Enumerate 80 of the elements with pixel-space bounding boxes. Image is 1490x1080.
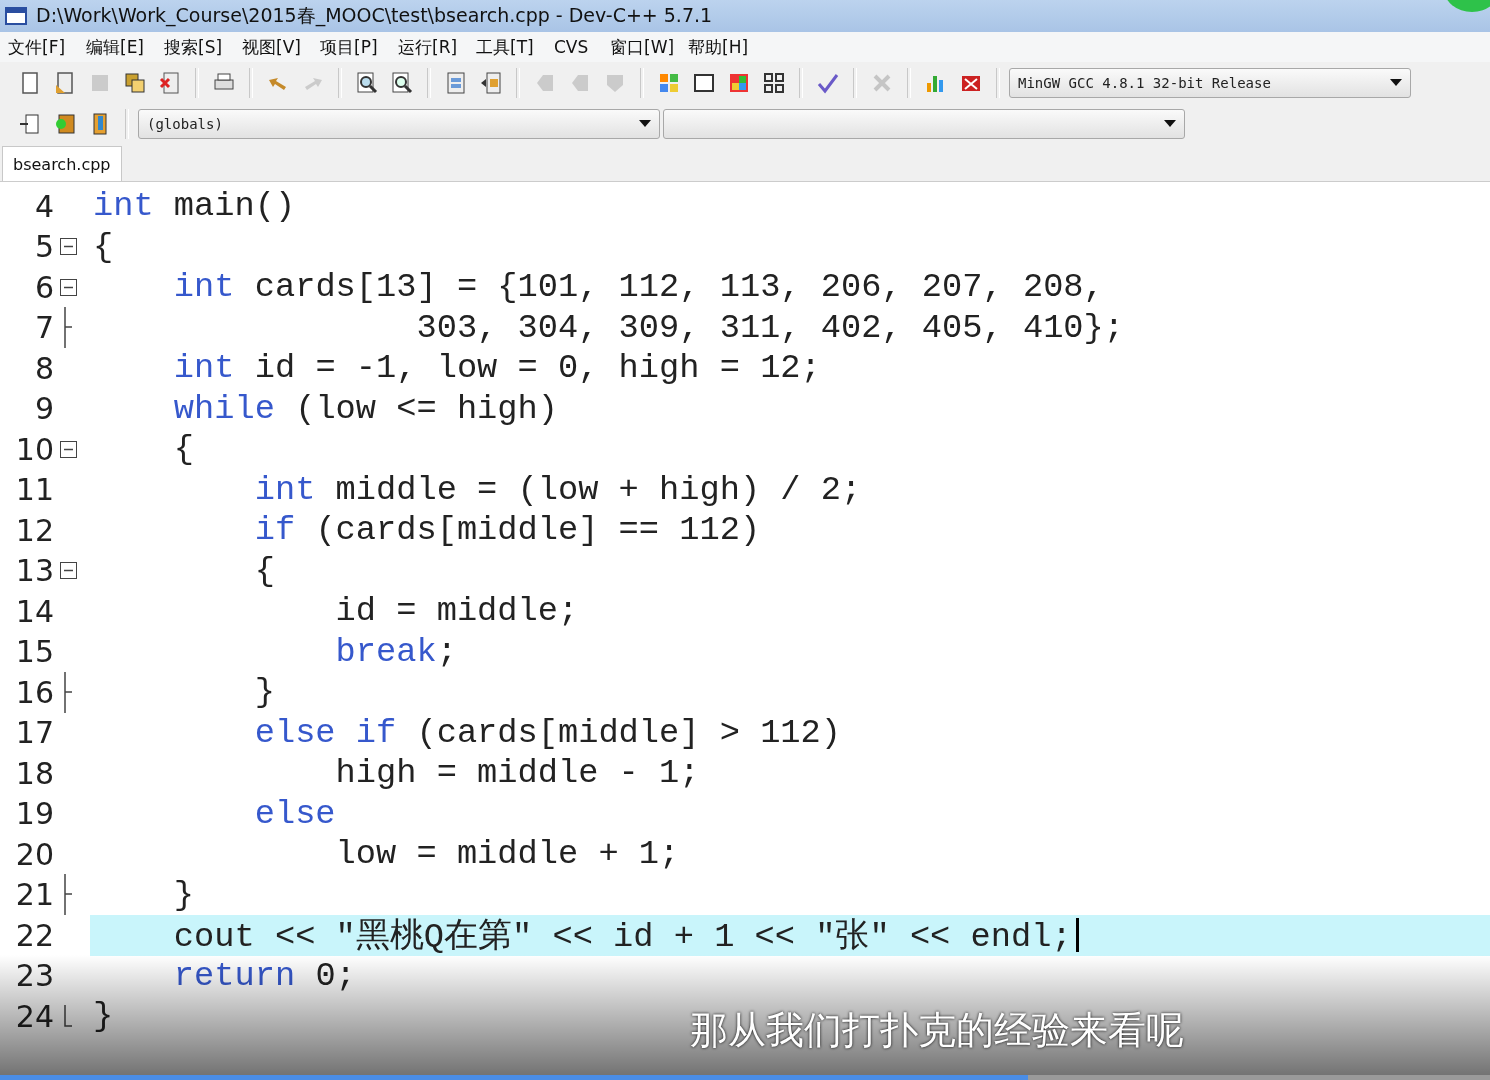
replace-icon	[390, 70, 414, 95]
dropdown-arrow-icon	[639, 120, 651, 127]
line-number: 21	[14, 877, 54, 913]
menu-item[interactable]: 编辑[E]	[86, 35, 164, 59]
code-line: low = middle + 1;	[334, 835, 680, 874]
code-line: 303, 304, 309, 311, 402, 405, 410};	[415, 308, 1124, 347]
line-number: 22	[14, 917, 54, 953]
compiler-select[interactable]: MinGW GCC 4.8.1 32-bit Release	[1009, 67, 1411, 98]
menu-item[interactable]: 帮助[H]	[688, 35, 766, 59]
menu-item[interactable]: 窗口[W]	[610, 35, 688, 59]
fold-toggle-icon[interactable]	[59, 238, 77, 256]
line-number: 8	[33, 350, 54, 386]
line-number: 11	[14, 472, 54, 508]
line-number: 14	[14, 593, 54, 629]
app-icon	[4, 4, 28, 28]
add-icon	[53, 111, 77, 136]
code-line: int cards[13] = {101, 112, 113, 206, 207, 208,	[172, 268, 1104, 307]
unindent-icon	[479, 70, 503, 95]
code-line: }	[172, 875, 195, 914]
window-title: D:\Work\Work_Course\2015春_MOOC\test\bsearch.cpp - Dev-C++ 5.7.1	[36, 3, 713, 29]
line-number: 4	[33, 188, 54, 224]
fold-line-icon	[63, 1005, 73, 1028]
code-line: return 0;	[172, 956, 356, 995]
code-line: {	[253, 551, 275, 590]
line-number: 12	[14, 512, 54, 548]
member-select[interactable]	[663, 108, 1185, 139]
subtitle: 那从我们打扑克的经验来看呢	[690, 1006, 1184, 1054]
fold-toggle-icon[interactable]	[59, 562, 77, 580]
code-line: break;	[334, 632, 457, 671]
find-icon	[355, 70, 379, 95]
fold-toggle-icon[interactable]	[59, 440, 77, 458]
dropdown-arrow-icon	[1390, 79, 1402, 86]
grid-icon	[762, 70, 786, 95]
menu-item[interactable]: CVS	[554, 37, 610, 57]
close-file-icon	[158, 70, 182, 95]
line-number: 19	[14, 796, 54, 832]
text-caret	[1075, 918, 1079, 953]
class-icon	[18, 111, 42, 136]
indent-icon	[444, 70, 468, 95]
menu-item[interactable]: 工具[T]	[476, 35, 554, 59]
line-number: 15	[14, 634, 54, 670]
menu-item[interactable]: 项目[P]	[320, 35, 398, 59]
code-line: while (low <= high)	[172, 389, 558, 428]
line-number: 10	[14, 431, 54, 467]
code-line: int middle = (low + high) / 2;	[253, 470, 862, 509]
line-number: 7	[33, 310, 54, 346]
code-line: id = middle;	[334, 592, 579, 631]
code-line: else if (cards[middle] > 112)	[253, 713, 841, 752]
code-line: high = middle - 1;	[334, 754, 700, 793]
line-number: 13	[14, 553, 54, 589]
save-all-icon	[123, 70, 147, 95]
fold-line-icon	[63, 874, 73, 916]
fold-line-icon	[63, 307, 73, 349]
file-tab[interactable]: bsearch.cpp	[2, 146, 122, 181]
line-number: 18	[14, 755, 54, 791]
fold-toggle-icon[interactable]	[59, 278, 77, 296]
code-line: int id = -1, low = 0, high = 12;	[172, 349, 821, 388]
code-line: }	[92, 997, 114, 1036]
line-number: 6	[33, 269, 54, 305]
code-line: }	[253, 673, 275, 712]
line-number: 24	[14, 998, 54, 1034]
line-number: 9	[33, 391, 54, 427]
code-line: {	[92, 227, 114, 266]
line-number: 20	[14, 836, 54, 872]
menu-item[interactable]: 视图[V]	[242, 35, 320, 59]
line-number: 5	[33, 229, 54, 265]
menu-item[interactable]: 搜索[S]	[164, 35, 242, 59]
fold-line-icon	[63, 671, 73, 713]
code-line: else	[253, 794, 336, 833]
code-line: {	[172, 430, 195, 469]
menu-item[interactable]: 文件[F]	[8, 35, 86, 59]
menu-item[interactable]: 运行[R]	[398, 35, 476, 59]
code-line: int main()	[92, 187, 296, 226]
code-line: cout << "黑桃Q在第" << id + 1 << "张" << endl;	[172, 916, 1072, 958]
line-number: 23	[14, 958, 54, 994]
code-line: if (cards[middle] == 112)	[253, 511, 761, 550]
scope-select[interactable]: (globals)	[138, 108, 660, 139]
line-number: 16	[14, 674, 54, 710]
line-number: 17	[14, 715, 54, 751]
dropdown-arrow-icon	[1164, 120, 1176, 127]
